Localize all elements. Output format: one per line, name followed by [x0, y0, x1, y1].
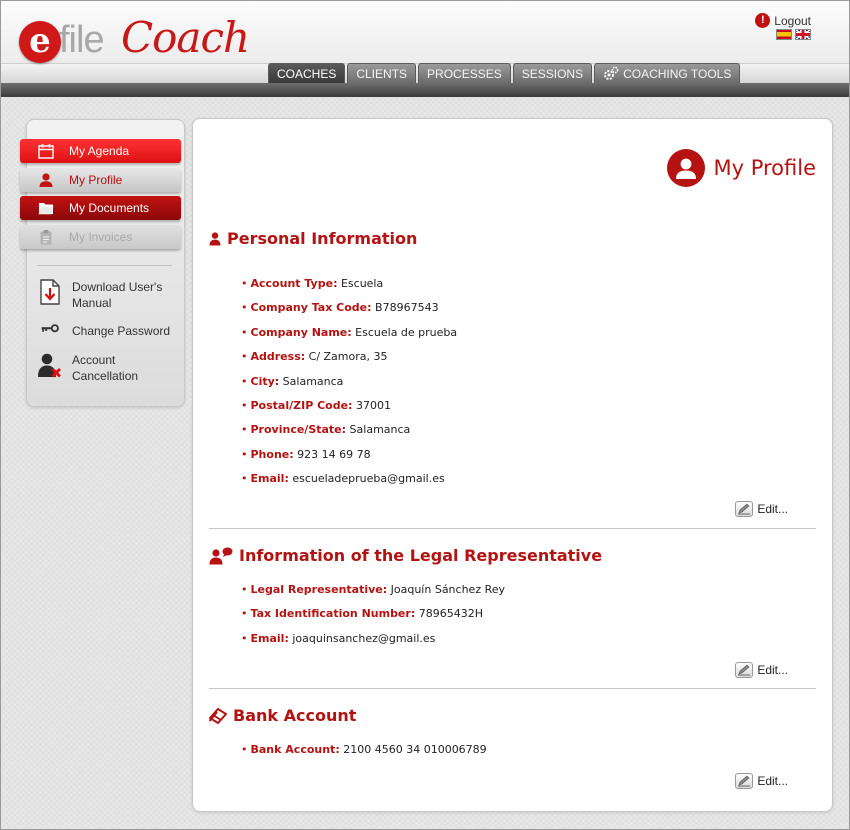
personal-info-title: Personal Information — [227, 229, 418, 248]
calendar-icon — [38, 144, 54, 159]
field-legal-email: • Email: joaquinsanchez@gmail.es — [241, 631, 436, 645]
edit-legal-representative-button[interactable]: Edit... — [735, 662, 788, 678]
nav-sessions[interactable]: SESSIONS — [512, 63, 593, 83]
field-city: • City: Salamanca — [241, 374, 344, 388]
english-flag-icon[interactable] — [795, 29, 811, 40]
page-title-text: My Profile — [713, 156, 816, 180]
legal-representative-title: Information of the Legal Representative — [239, 546, 603, 565]
field-bank-account: • Bank Account: 2100 4560 34 010006789 — [241, 743, 487, 756]
sidebar-item-label: My Profile — [69, 172, 123, 187]
nav-coaches[interactable]: COACHES — [268, 63, 346, 83]
user-icon — [39, 172, 53, 187]
logo-coach: Coach — [121, 13, 250, 62]
field-email: • Email: escueladeprueba@gmail.es — [241, 472, 445, 486]
nav-processes[interactable]: PROCESSES — [418, 63, 511, 83]
logout-link[interactable]: ! Logout — [755, 13, 811, 28]
user-delete-icon — [38, 353, 61, 378]
nav-sessions-label: SESSIONS — [521, 66, 584, 81]
profile-avatar-icon — [667, 149, 706, 187]
account-cancellation-label: Account Cancellation — [72, 353, 139, 383]
sidebar-item-label: My Invoices — [69, 229, 133, 244]
change-password-link[interactable]: Change Password — [37, 323, 182, 352]
page-title: My Profile — [667, 149, 816, 187]
logout-icon: ! — [755, 13, 771, 28]
sidebar-item-my-agenda[interactable]: My Agenda — [20, 139, 181, 163]
sidebar-item-my-invoices: My Invoices — [20, 224, 181, 249]
section-divider — [209, 528, 816, 529]
legal-representative-fields: • Legal Representative: Joaquín Sánchez R… — [241, 583, 505, 656]
logout-label: Logout — [774, 13, 811, 28]
pencil-icon — [735, 773, 754, 789]
edit-label: Edit... — [757, 774, 788, 788]
field-postal-code: • Postal/ZIP Code: 37001 — [241, 398, 391, 412]
bank-account-title: Bank Account — [233, 706, 357, 725]
sidebar-item-label: My Documents — [69, 201, 150, 215]
language-switcher — [776, 29, 811, 40]
main-panel: My Profile Personal Information • Account… — [192, 118, 833, 812]
nav-coaching-tools-label: COACHING TOOLS — [623, 66, 732, 81]
legal-representative-heading: Information of the Legal Representative — [209, 546, 602, 565]
gear-icon — [604, 66, 619, 80]
key-icon — [41, 324, 59, 333]
top-navigation: COACHES CLIENTS PROCESSES SESSIONS COACH… — [268, 63, 741, 83]
folder-icon — [38, 203, 54, 215]
field-company-tax-code: • Company Tax Code: B78967543 — [241, 301, 439, 315]
pencil-icon — [735, 501, 754, 517]
pdf-download-icon — [40, 279, 60, 305]
account-cancellation-link[interactable]: Account Cancellation — [37, 352, 182, 388]
spanish-flag-icon[interactable] — [776, 29, 792, 40]
field-account-type: • Account Type: Escuela — [241, 277, 384, 290]
logo-file: file — [59, 19, 105, 61]
sidebar-menu: My Agenda My Profile My Documents My Inv… — [20, 139, 181, 253]
header-bar — [1, 83, 849, 97]
section-divider — [209, 688, 816, 689]
personal-info-fields: • Account Type: Escuela • Company Tax Code… — [241, 277, 457, 497]
field-address: • Address: C/ Zamora, 35 — [241, 350, 388, 364]
field-tax-identification-number: • Tax Identification Number: 78965432H — [241, 607, 483, 621]
clipboard-icon — [40, 229, 52, 244]
change-password-label: Change Password — [72, 324, 171, 338]
nav-coaching-tools[interactable]: COACHING TOOLS — [594, 63, 741, 83]
field-company-name: • Company Name: Escuela de prueba — [241, 325, 458, 339]
logo[interactable]: e file Coach — [17, 13, 250, 63]
edit-bank-account-button[interactable]: Edit... — [735, 773, 788, 789]
sidebar-item-my-documents[interactable]: My Documents — [20, 196, 181, 220]
users-chat-icon — [209, 547, 233, 564]
pencil-icon — [735, 662, 754, 678]
download-manual-link[interactable]: Download User's Manual — [37, 279, 182, 323]
sidebar-divider — [37, 265, 172, 266]
bank-account-fields: • Bank Account: 2100 4560 34 010006789 — [241, 743, 487, 767]
logo-e: e — [19, 21, 61, 63]
edit-label: Edit... — [757, 502, 788, 516]
field-phone: • Phone: 923 14 69 78 — [241, 447, 371, 461]
edit-personal-info-button[interactable]: Edit... — [735, 501, 788, 517]
field-province-state: • Province/State: Salamanca — [241, 423, 411, 437]
user-icon — [209, 231, 221, 245]
nav-clients[interactable]: CLIENTS — [347, 63, 417, 83]
bank-account-heading: Bank Account — [209, 706, 356, 725]
header: e file Coach ! Logout COACHES CLIENTS PR… — [1, 1, 849, 97]
nav-clients-label: CLIENTS — [356, 66, 408, 81]
sidebar-links: Download User's Manual Change Password A… — [37, 279, 182, 388]
download-manual-label: Download User's Manual — [72, 280, 163, 310]
sidebar: My Agenda My Profile My Documents My Inv… — [20, 119, 185, 407]
nav-processes-label: PROCESSES — [427, 66, 502, 81]
sidebar-item-my-profile[interactable]: My Profile — [20, 167, 181, 192]
field-legal-representative: • Legal Representative: Joaquín Sánchez R… — [241, 583, 506, 596]
nav-coaches-label: COACHES — [277, 66, 337, 81]
sidebar-item-label: My Agenda — [69, 144, 130, 158]
personal-info-heading: Personal Information — [209, 229, 417, 248]
credit-card-icon — [209, 707, 227, 724]
edit-label: Edit... — [757, 663, 788, 677]
